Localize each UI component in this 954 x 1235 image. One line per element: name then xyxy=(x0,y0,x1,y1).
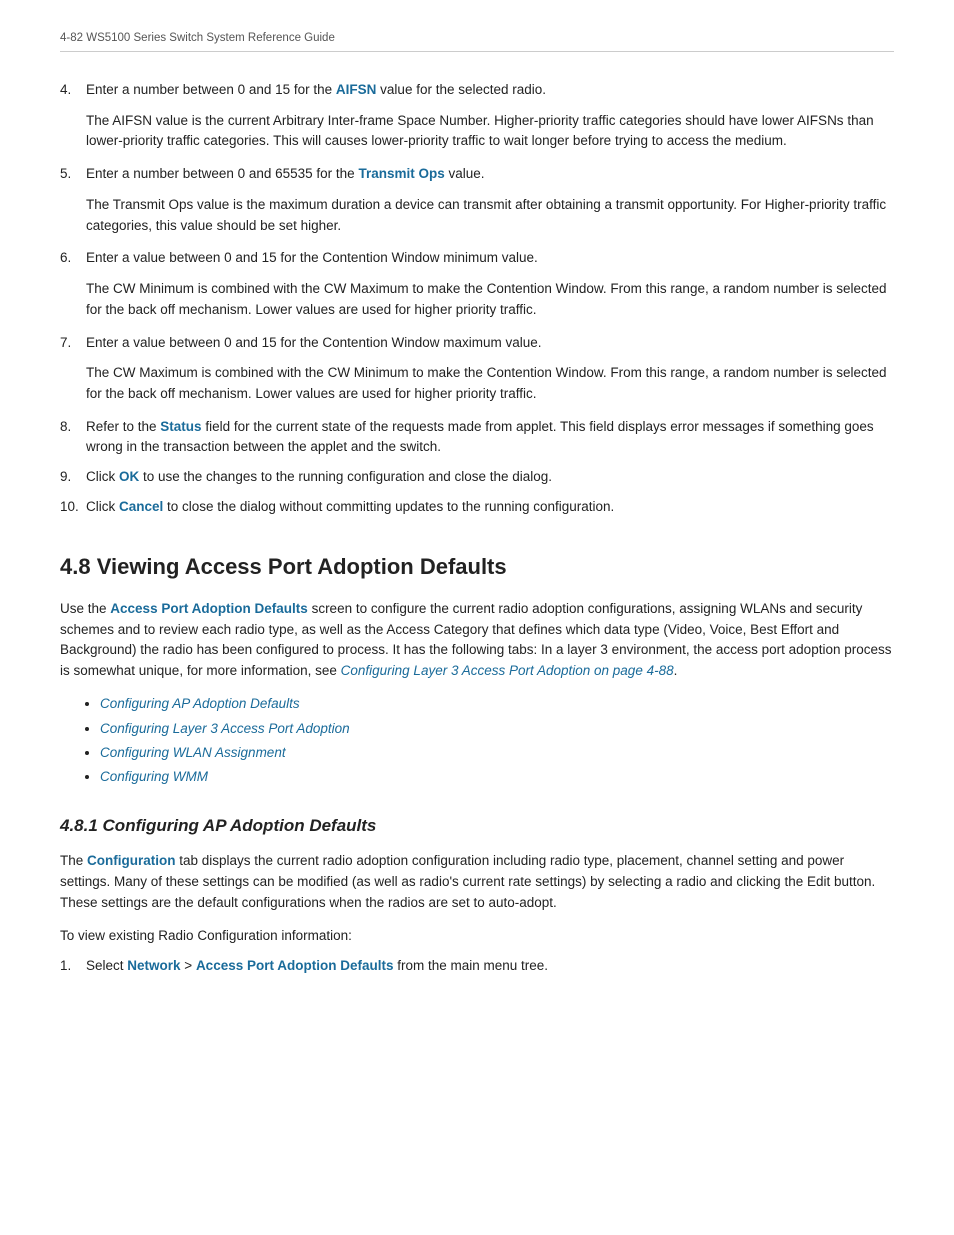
step-4-num: 4. xyxy=(60,80,86,100)
page-header: 4-82 WS5100 Series Switch System Referen… xyxy=(60,30,894,52)
step-6-num: 6. xyxy=(60,248,86,268)
step-7: 7. Enter a value between 0 and 15 for th… xyxy=(60,333,894,405)
step-5-sub: The Transmit Ops value is the maximum du… xyxy=(86,195,894,237)
configuring-layer3-link[interactable]: Configuring Layer 3 Access Port Adoption… xyxy=(341,663,674,678)
step-9-text-after: to use the changes to the running config… xyxy=(139,469,552,484)
access-port-adoption-link[interactable]: Access Port Adoption Defaults xyxy=(196,958,394,973)
section-4-8-intro-before: Use the xyxy=(60,601,110,616)
step-10: 10. Click Cancel to close the dialog wit… xyxy=(60,497,894,517)
step-6-content: Enter a value between 0 and 15 for the C… xyxy=(86,248,894,268)
step-10-text-after: to close the dialog without committing u… xyxy=(163,499,614,514)
step-8-text-after: field for the current state of the reque… xyxy=(86,419,874,454)
bullet-item-1: Configuring AP Adoption Defaults xyxy=(100,694,894,714)
step-9-num: 9. xyxy=(60,467,86,487)
step-8-content: Refer to the Status field for the curren… xyxy=(86,417,894,458)
bullet-link-4[interactable]: Configuring WMM xyxy=(100,769,208,784)
bullet-item-3: Configuring WLAN Assignment xyxy=(100,743,894,763)
step-4-text-after: value for the selected radio. xyxy=(376,82,546,97)
section-4-8-1-step1-content: Select Network > Access Port Adoption De… xyxy=(86,956,894,976)
step-5-text-after: value. xyxy=(445,166,485,181)
step-8-num: 8. xyxy=(60,417,86,437)
step-8: 8. Refer to the Status field for the cur… xyxy=(60,417,894,458)
section-4-8-1-para1-before: The xyxy=(60,853,87,868)
section-4-8-intro-end: . xyxy=(674,663,678,678)
step-10-text-before: Click xyxy=(86,499,119,514)
page-container: 4-82 WS5100 Series Switch System Referen… xyxy=(0,0,954,1235)
section-4-8-1-para1: The Configuration tab displays the curre… xyxy=(60,851,894,914)
section-4-8-intro: Use the Access Port Adoption Defaults sc… xyxy=(60,599,894,683)
step-4-aifsn-link[interactable]: AIFSN xyxy=(336,82,377,97)
step-4-content: Enter a number between 0 and 15 for the … xyxy=(86,80,894,100)
section-4-8-bullets: Configuring AP Adoption Defaults Configu… xyxy=(100,694,894,787)
bullet-link-3[interactable]: Configuring WLAN Assignment xyxy=(100,745,286,760)
bullet-item-2: Configuring Layer 3 Access Port Adoption xyxy=(100,719,894,739)
section-4-8-1-heading: 4.8.1 Configuring AP Adoption Defaults xyxy=(60,813,894,839)
bullet-item-4: Configuring WMM xyxy=(100,767,894,787)
step-6-sub: The CW Minimum is combined with the CW M… xyxy=(86,279,894,321)
configuration-tab-link[interactable]: Configuration xyxy=(87,853,175,868)
step-4-sub: The AIFSN value is the current Arbitrary… xyxy=(86,111,894,153)
step-5-num: 5. xyxy=(60,164,86,184)
step1-text-before: Select xyxy=(86,958,127,973)
step-4-text-before: Enter a number between 0 and 15 for the xyxy=(86,82,336,97)
step-9: 9. Click OK to use the changes to the ru… xyxy=(60,467,894,487)
bullet-link-2[interactable]: Configuring Layer 3 Access Port Adoption xyxy=(100,721,350,736)
step-9-ok-link[interactable]: OK xyxy=(119,469,139,484)
step-10-content: Click Cancel to close the dialog without… xyxy=(86,497,894,517)
bullet-link-1[interactable]: Configuring AP Adoption Defaults xyxy=(100,696,300,711)
step-10-num: 10. xyxy=(60,497,86,517)
page-header-text: 4-82 WS5100 Series Switch System Referen… xyxy=(60,32,335,44)
step-8-text-before: Refer to the xyxy=(86,419,160,434)
section-4-8-1-heading-text: 4.8.1 Configuring AP Adoption Defaults xyxy=(60,816,376,835)
section-4-8-1-para1-after: tab displays the current radio adoption … xyxy=(60,853,875,910)
step-6: 6. Enter a value between 0 and 15 for th… xyxy=(60,248,894,320)
section-4-8-heading-text: 4.8 Viewing Access Port Adoption Default… xyxy=(60,554,507,579)
step-7-sub: The CW Maximum is combined with the CW M… xyxy=(86,363,894,405)
step-7-content: Enter a value between 0 and 15 for the C… xyxy=(86,333,894,353)
step-5-transmit-link[interactable]: Transmit Ops xyxy=(358,166,444,181)
step-4: 4. Enter a number between 0 and 15 for t… xyxy=(60,80,894,152)
step1-arrow: > xyxy=(181,958,196,973)
step-8-status-link[interactable]: Status xyxy=(160,419,201,434)
step-9-text-before: Click xyxy=(86,469,119,484)
section-4-8-1-step1: 1. Select Network > Access Port Adoption… xyxy=(60,956,894,976)
step-5-content: Enter a number between 0 and 65535 for t… xyxy=(86,164,894,184)
step-9-content: Click OK to use the changes to the runni… xyxy=(86,467,894,487)
section-4-8-1-step1-num: 1. xyxy=(60,956,86,976)
access-port-adoption-defaults-link[interactable]: Access Port Adoption Defaults xyxy=(110,601,308,616)
step-5-text-before: Enter a number between 0 and 65535 for t… xyxy=(86,166,358,181)
section-4-8-1-para2: To view existing Radio Configuration inf… xyxy=(60,926,894,946)
step-5: 5. Enter a number between 0 and 65535 fo… xyxy=(60,164,894,236)
step1-text-after: from the main menu tree. xyxy=(393,958,548,973)
step-10-cancel-link[interactable]: Cancel xyxy=(119,499,163,514)
section-4-8-heading: 4.8 Viewing Access Port Adoption Default… xyxy=(60,550,894,583)
step-7-num: 7. xyxy=(60,333,86,353)
network-link[interactable]: Network xyxy=(127,958,180,973)
